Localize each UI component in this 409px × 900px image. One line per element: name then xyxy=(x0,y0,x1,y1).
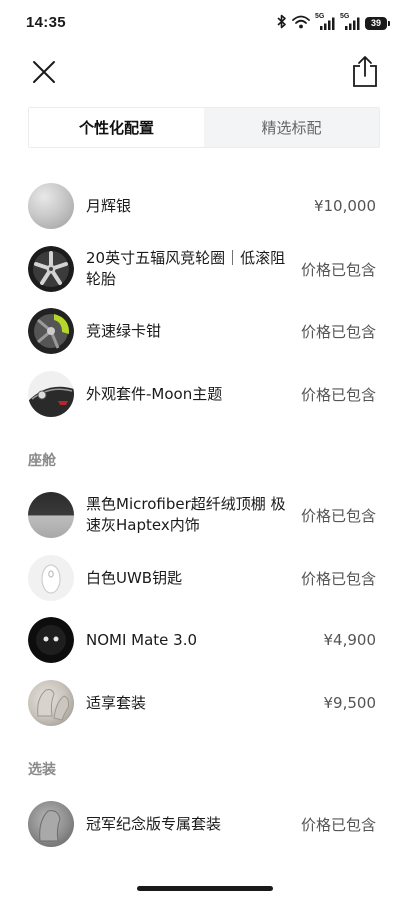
item-price: 价格已包含 xyxy=(300,385,376,404)
list-item-comfort-package[interactable]: 适享套装 ¥9,500 xyxy=(28,680,380,728)
item-price: ¥10,000 xyxy=(313,197,376,215)
item-name: 外观套件-Moon主题 xyxy=(86,384,223,403)
caliper-thumbnail xyxy=(28,308,74,354)
uwb-key-thumbnail xyxy=(28,555,74,601)
list-item-paint[interactable]: 月辉银 ¥10,000 xyxy=(28,183,380,231)
item-name: NOMI Mate 3.0 xyxy=(86,630,198,649)
item-name: 冠军纪念版专属套装 xyxy=(86,814,222,833)
champion-package-thumbnail xyxy=(28,801,74,847)
list-item-uwb-key[interactable]: 白色UWB钥匙 价格已包含 xyxy=(28,555,380,603)
item-name: 白色UWB钥匙 xyxy=(86,568,183,587)
tab-personalized-config[interactable]: 个性化配置 xyxy=(29,108,204,147)
exterior-kit-thumbnail xyxy=(28,371,74,417)
top-bar xyxy=(0,50,409,94)
list-item-wheels[interactable]: 20英寸五辐风竞轮圈｜低滚阻轮胎 价格已包含 xyxy=(28,246,380,294)
list-item-headliner[interactable]: 黑色Microfiber超纤绒顶棚 极速灰Haptex内饰 价格已包含 xyxy=(28,492,380,540)
item-name: 月辉银 xyxy=(86,196,132,215)
item-name: 适享套装 xyxy=(86,693,147,712)
status-bar: 14:35 5G 5G 39 xyxy=(0,0,409,46)
list-item-exterior-kit[interactable]: 外观套件-Moon主题 价格已包含 xyxy=(28,371,380,419)
section-title-options: 选装 xyxy=(28,762,56,778)
share-button[interactable] xyxy=(349,54,381,88)
share-icon xyxy=(353,56,377,87)
item-price: 价格已包含 xyxy=(300,260,376,279)
list-item-calipers[interactable]: 竞速绿卡钳 价格已包含 xyxy=(28,308,380,356)
item-name: 竞速绿卡钳 xyxy=(86,321,162,340)
item-name: 20英寸五辐风竞轮圈｜低滚阻轮胎 xyxy=(86,249,286,288)
status-icons: 5G 5G 39 xyxy=(277,13,390,33)
signal-icon: 5G xyxy=(340,13,360,31)
item-price: ¥9,500 xyxy=(323,694,377,712)
item-price: 价格已包含 xyxy=(300,506,376,525)
silver-paint-swatch xyxy=(28,183,74,229)
signal-icon: 5G xyxy=(315,13,335,31)
section-title-cabin: 座舱 xyxy=(28,453,56,469)
list-item-champion-package[interactable]: 冠军纪念版专属套装 价格已包含 xyxy=(28,801,380,849)
battery-icon: 39 xyxy=(365,16,390,30)
wheel-thumbnail xyxy=(28,246,74,292)
status-time: 14:35 xyxy=(26,14,66,31)
item-price: 价格已包含 xyxy=(300,815,376,834)
tab-standard-config[interactable]: 精选标配 xyxy=(204,108,379,147)
config-tabs: 个性化配置 精选标配 xyxy=(28,107,380,148)
item-price: 价格已包含 xyxy=(300,569,376,588)
close-icon xyxy=(33,61,55,83)
bluetooth-icon xyxy=(277,14,287,33)
headliner-thumbnail xyxy=(28,492,74,538)
close-button[interactable] xyxy=(28,56,60,88)
wifi-icon xyxy=(292,14,310,33)
comfort-package-thumbnail xyxy=(28,680,74,726)
item-price: 价格已包含 xyxy=(300,322,376,341)
item-price: ¥4,900 xyxy=(323,631,377,649)
home-indicator[interactable] xyxy=(137,886,273,891)
nomi-mate-thumbnail xyxy=(28,617,74,663)
item-name: 黑色Microfiber超纤绒顶棚 极速灰Haptex内饰 xyxy=(86,495,286,534)
list-item-nomi-mate[interactable]: NOMI Mate 3.0 ¥4,900 xyxy=(28,617,380,665)
